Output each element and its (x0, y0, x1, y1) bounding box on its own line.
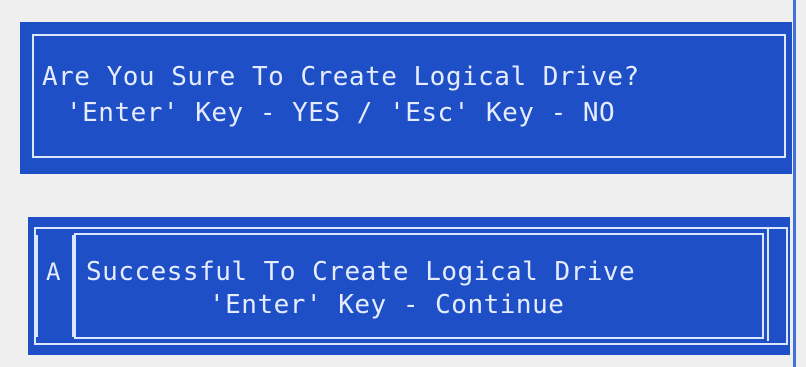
continue-key-text: 'Enter' Key - Continue (209, 290, 565, 320)
confirm-question-text: Are You Sure To Create Logical Drive? (42, 62, 640, 92)
confirm-create-logical-drive-dialog: Are You Sure To Create Logical Drive? 'E… (20, 22, 792, 174)
confirm-keys-text: 'Enter' Key - YES / 'Esc' Key - NO (66, 98, 616, 128)
right-divider (767, 229, 769, 341)
create-logical-drive-success-dialog: A Successful To Create Logical Drive 'En… (28, 217, 790, 355)
obscured-text-fragment: A (46, 258, 61, 286)
dialog-frame (32, 34, 786, 158)
success-message-text: Successful To Create Logical Drive (86, 257, 636, 287)
left-inner-divider (72, 235, 74, 337)
left-divider (36, 235, 38, 337)
edge-highlight-bar (793, 0, 796, 367)
